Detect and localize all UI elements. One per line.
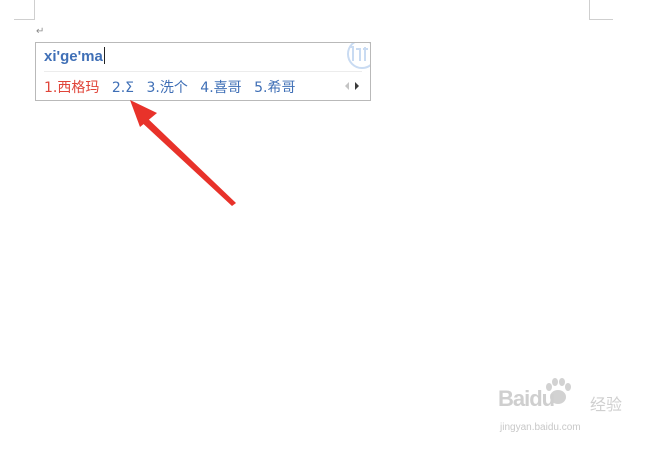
baidu-watermark: Baidu 经验 jingyan.baidu.com (498, 378, 638, 438)
watermark-brand: Baidu (498, 386, 555, 411)
watermark-brand-cn: 经验 (590, 395, 623, 414)
watermark-url: jingyan.baidu.com (500, 422, 581, 433)
